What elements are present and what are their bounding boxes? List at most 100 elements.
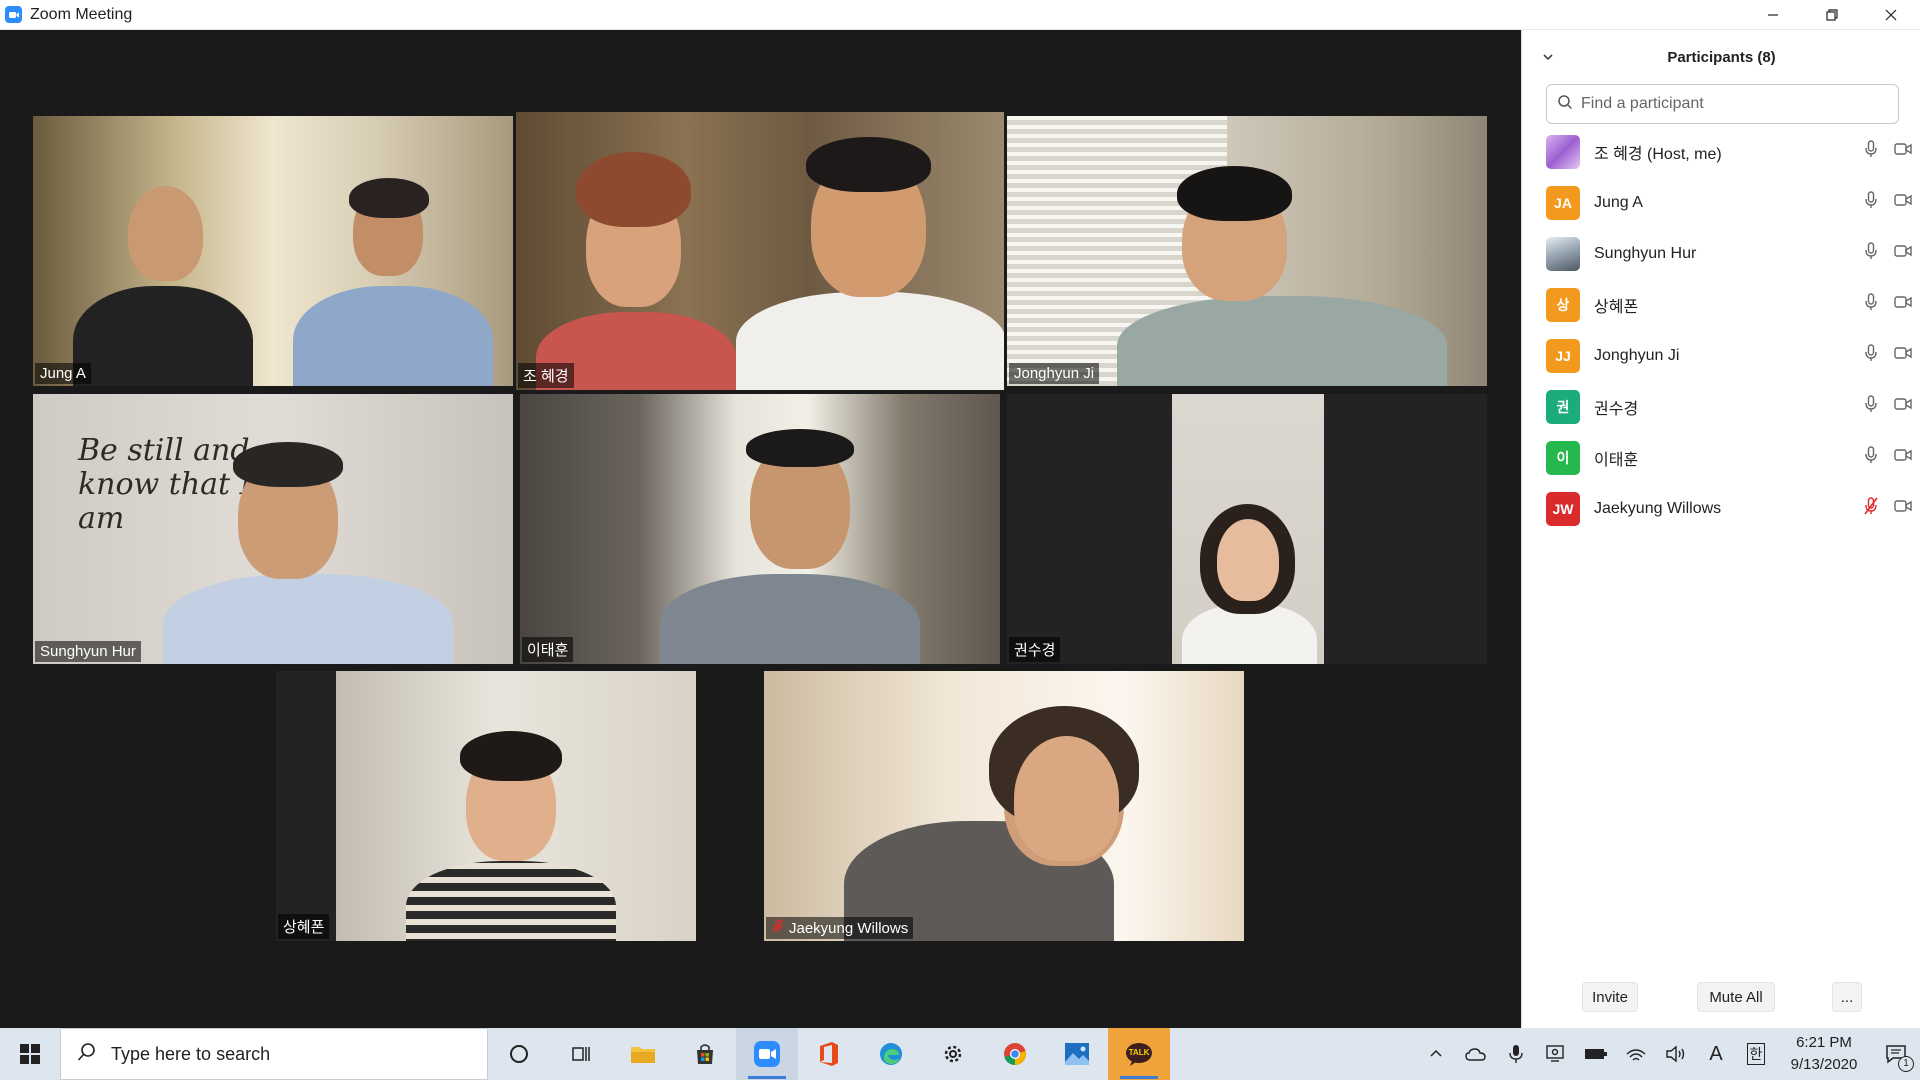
video-camera-icon[interactable] xyxy=(1893,139,1913,164)
notification-badge: 1 xyxy=(1898,1056,1914,1072)
video-camera-icon[interactable] xyxy=(1893,190,1913,215)
video-gallery: Jung A 조 혜경 Jonghyun Ji Be still and kno… xyxy=(0,30,1520,1028)
taskbar-search-input[interactable] xyxy=(109,1042,413,1066)
video-tile[interactable]: 상혜폰 xyxy=(276,671,696,941)
participant-name: Jonghyun Ji xyxy=(1594,346,1680,364)
participant-name: 조 혜경 (Host, me) xyxy=(1594,145,1722,163)
battery-icon[interactable] xyxy=(1576,1028,1616,1080)
chevron-down-icon[interactable] xyxy=(1542,50,1554,66)
zoom-app-icon xyxy=(5,6,22,23)
input-language-indicator[interactable]: A xyxy=(1696,1028,1736,1080)
korean-ime-indicator[interactable]: 한 xyxy=(1736,1028,1776,1080)
participant-name-label: Jung A xyxy=(35,363,91,384)
microphone-icon[interactable] xyxy=(1496,1028,1536,1080)
office-icon[interactable] xyxy=(798,1028,860,1080)
clock-time: 6:21 PM xyxy=(1796,1034,1852,1051)
cortana-icon[interactable] xyxy=(488,1028,550,1080)
participant-name-label: 상혜폰 xyxy=(278,914,330,939)
microsoft-store-icon[interactable] xyxy=(674,1028,736,1080)
participant-name-label: Jonghyun Ji xyxy=(1009,363,1100,384)
participant-search-box[interactable] xyxy=(1546,84,1899,124)
participant-row[interactable]: Sunghyun Hur xyxy=(1522,228,1920,279)
avatar xyxy=(1546,134,1580,169)
participant-name-label: Jaekyung Willows xyxy=(766,917,914,939)
participant-row[interactable]: 이 이태훈 xyxy=(1522,432,1920,483)
kakaotalk-label: TALK xyxy=(1128,1048,1150,1057)
video-camera-icon[interactable] xyxy=(1893,343,1913,368)
participant-name: Sunghyun Hur xyxy=(1594,244,1697,262)
edge-browser-icon[interactable] xyxy=(860,1028,922,1080)
video-camera-icon[interactable] xyxy=(1893,445,1913,470)
microphone-icon[interactable] xyxy=(1861,394,1881,419)
chevron-up-icon[interactable] xyxy=(1416,1028,1456,1080)
settings-gear-icon[interactable] xyxy=(922,1028,984,1080)
onedrive-cloud-icon[interactable] xyxy=(1456,1028,1496,1080)
avatar: JJ xyxy=(1546,338,1580,373)
participants-title: Participants (8) xyxy=(1667,48,1776,66)
video-camera-icon[interactable] xyxy=(1893,292,1913,317)
participant-row[interactable]: 권 권수경 xyxy=(1522,381,1920,432)
title-bar: Zoom Meeting xyxy=(0,0,1920,30)
participant-row[interactable]: JW Jaekyung Willows xyxy=(1522,483,1920,534)
photos-icon[interactable] xyxy=(1046,1028,1108,1080)
minimize-button[interactable] xyxy=(1743,0,1802,29)
video-tile[interactable]: Jonghyun Ji xyxy=(1007,116,1487,386)
video-tile-active-speaker[interactable]: 조 혜경 xyxy=(516,112,1004,390)
mute-all-button[interactable]: Mute All xyxy=(1697,982,1775,1012)
participant-list: 조 혜경 (Host, me) JA Jung A Sunghyun Hur 상… xyxy=(1522,126,1920,534)
participants-header: Participants (8) xyxy=(1522,30,1920,84)
video-tile[interactable]: Jung A xyxy=(33,116,513,386)
participant-row[interactable]: 상 상혜폰 xyxy=(1522,279,1920,330)
windows-logo-icon xyxy=(20,1044,40,1064)
microphone-icon[interactable] xyxy=(1861,190,1881,215)
window-title: Zoom Meeting xyxy=(30,5,133,23)
connected-devices-icon[interactable] xyxy=(1536,1028,1576,1080)
participant-row[interactable]: 조 혜경 (Host, me) xyxy=(1522,126,1920,177)
start-button[interactable] xyxy=(0,1028,60,1080)
participant-name: 상혜폰 xyxy=(1594,298,1639,316)
taskbar-clock[interactable]: 6:21 PM 9/13/2020 xyxy=(1776,1032,1872,1076)
invite-button[interactable]: Invite xyxy=(1582,982,1638,1012)
video-tile[interactable]: Jaekyung Willows xyxy=(764,671,1244,941)
avatar: 상 xyxy=(1546,287,1580,322)
windows-taskbar: TALK A 한 6:21 PM 9/13/2020 xyxy=(0,1028,1920,1080)
close-button[interactable] xyxy=(1861,0,1920,29)
more-options-button[interactable]: ... xyxy=(1832,982,1862,1012)
wifi-icon[interactable] xyxy=(1616,1028,1656,1080)
video-tile[interactable]: 이태훈 xyxy=(520,394,1000,664)
video-camera-icon[interactable] xyxy=(1893,394,1913,419)
volume-icon[interactable] xyxy=(1656,1028,1696,1080)
zoom-taskbar-icon[interactable] xyxy=(736,1028,798,1080)
task-view-icon[interactable] xyxy=(550,1028,612,1080)
video-tile[interactable]: Be still and know that I am Sunghyun Hur xyxy=(33,394,513,664)
microphone-icon[interactable] xyxy=(1861,445,1881,470)
mic-muted-icon xyxy=(771,919,785,937)
chrome-browser-icon[interactable] xyxy=(984,1028,1046,1080)
file-explorer-icon[interactable] xyxy=(612,1028,674,1080)
video-camera-icon[interactable] xyxy=(1893,241,1913,266)
system-tray: A 한 6:21 PM 9/13/2020 1 xyxy=(1416,1028,1920,1080)
participant-name-label: 조 혜경 xyxy=(518,363,574,388)
microphone-icon[interactable] xyxy=(1861,241,1881,266)
search-icon xyxy=(77,1042,97,1067)
action-center-icon[interactable]: 1 xyxy=(1872,1028,1920,1080)
kakaotalk-icon[interactable]: TALK xyxy=(1108,1028,1170,1080)
avatar: JA xyxy=(1546,185,1580,220)
wall-decal-text: Be still and know that I am xyxy=(78,433,252,536)
search-icon xyxy=(1557,94,1573,115)
avatar: 권 xyxy=(1546,389,1580,424)
microphone-icon[interactable] xyxy=(1861,139,1881,164)
participant-name: 권수경 xyxy=(1594,400,1639,418)
video-tile[interactable]: 권수경 xyxy=(1007,394,1487,664)
participant-row[interactable]: JA Jung A xyxy=(1522,177,1920,228)
microphone-icon[interactable] xyxy=(1861,343,1881,368)
taskbar-search-box[interactable] xyxy=(60,1028,488,1080)
microphone-muted-icon[interactable] xyxy=(1861,496,1881,521)
participants-footer: Invite Mute All ... xyxy=(1522,982,1920,1022)
participant-search-input[interactable] xyxy=(1579,94,1888,114)
restore-button[interactable] xyxy=(1802,0,1861,29)
video-camera-icon[interactable] xyxy=(1893,496,1913,521)
participant-name-label: 권수경 xyxy=(1009,637,1061,662)
participant-row[interactable]: JJ Jonghyun Ji xyxy=(1522,330,1920,381)
microphone-icon[interactable] xyxy=(1861,292,1881,317)
